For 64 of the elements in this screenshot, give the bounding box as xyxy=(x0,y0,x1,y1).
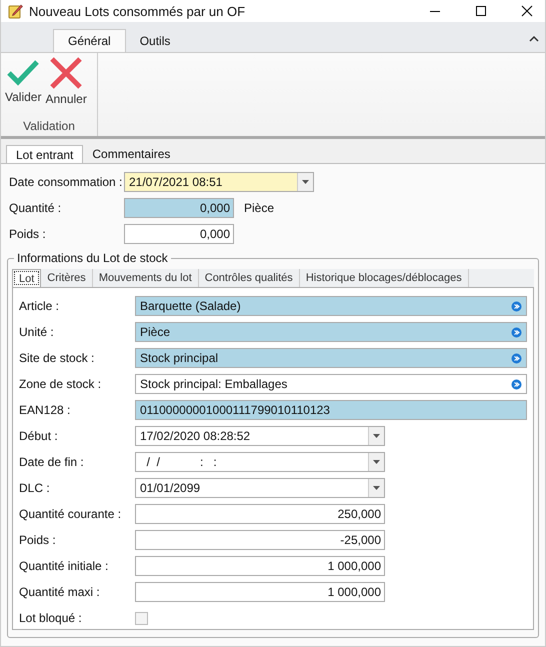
input-field[interactable]: Stock principal xyxy=(135,348,527,368)
ribbon-tab[interactable]: Général xyxy=(53,29,126,52)
input-field[interactable]: -25,000 xyxy=(135,530,385,550)
tab[interactable]: Lot xyxy=(12,269,42,287)
dropdown-button[interactable] xyxy=(368,479,384,497)
checkbox[interactable] xyxy=(135,612,148,624)
field-label: Poids : xyxy=(19,533,57,547)
dropdown-button[interactable] xyxy=(368,453,384,471)
field-label: DLC : xyxy=(19,481,51,495)
tab[interactable]: Mouvements du lot xyxy=(92,269,199,287)
window-title: Nouveau Lots consommés par un OF xyxy=(29,4,246,18)
ribbon-button[interactable]: Annuler xyxy=(45,57,87,106)
field-label: Quantité maxi : xyxy=(19,585,101,599)
field-label: Site de stock : xyxy=(19,351,96,365)
tab[interactable]: Contrôles qualités xyxy=(198,269,300,287)
tab[interactable]: Historique blocages/déblocages xyxy=(300,269,469,287)
ribbon-tab[interactable]: Outils xyxy=(126,29,184,52)
field-label: Quantité courante : xyxy=(19,507,122,521)
arrow-circle-icon[interactable] xyxy=(511,327,522,338)
caret-icon xyxy=(373,486,380,490)
input-field[interactable]: 0,000 xyxy=(124,224,234,244)
input-field[interactable]: 1 000,000 xyxy=(135,556,385,576)
dropdown-button[interactable] xyxy=(368,427,384,445)
field-label: Quantité initiale : xyxy=(19,559,110,573)
notepad-icon xyxy=(7,3,23,19)
arrow-circle-icon[interactable] xyxy=(511,301,522,312)
input-field[interactable]: 21/07/2021 08:51 xyxy=(124,172,314,192)
input-field[interactable]: 0,000 xyxy=(124,198,234,218)
input-field[interactable]: 01/01/2099 xyxy=(135,478,385,498)
caret-icon xyxy=(302,180,309,184)
field-label: Unité : xyxy=(19,325,55,339)
field-label: Article : xyxy=(19,299,60,313)
input-field[interactable]: Pièce xyxy=(135,322,527,342)
caret-icon xyxy=(373,434,380,438)
ribbon-button[interactable]: Valider xyxy=(5,57,42,106)
input-field[interactable]: 01100000001000111799010110123 xyxy=(135,400,527,420)
form-tab[interactable]: Commentaires xyxy=(83,145,180,163)
field-label: EAN128 : xyxy=(19,403,72,417)
form-tab[interactable]: Lot entrant xyxy=(6,145,84,163)
unit-label: Pièce xyxy=(244,201,274,215)
field-label: Zone de stock : xyxy=(19,377,102,391)
input-field[interactable]: 250,000 xyxy=(135,504,385,524)
caret-icon xyxy=(373,460,380,464)
group-label: Validation xyxy=(22,119,76,135)
field-label: Début : xyxy=(19,429,59,443)
close-icon[interactable] xyxy=(521,5,533,17)
group-title: Informations du Lot de stock xyxy=(14,251,171,265)
arrow-circle-icon[interactable] xyxy=(511,379,522,390)
cross-icon xyxy=(49,57,84,89)
input-field[interactable]: Barquette (Salade) xyxy=(135,296,527,316)
input-field[interactable]: 17/02/2020 08:28:52 xyxy=(135,426,385,446)
input-field[interactable]: / / : : xyxy=(135,452,385,472)
maximize-icon[interactable] xyxy=(475,5,487,17)
field-label: Quantité : xyxy=(9,201,62,215)
collapse-icon[interactable] xyxy=(529,35,539,43)
field-label: Date consommation : xyxy=(9,175,124,189)
field-label: Poids : xyxy=(9,227,47,241)
input-field[interactable]: Stock principal: Emballages xyxy=(135,374,527,394)
field-label: Lot bloqué : xyxy=(19,611,83,625)
field-label: Date de fin : xyxy=(19,455,85,469)
dropdown-button[interactable] xyxy=(297,173,313,191)
tab[interactable]: Critères xyxy=(41,269,93,287)
arrow-circle-icon[interactable] xyxy=(511,353,522,364)
input-field[interactable]: 1 000,000 xyxy=(135,582,385,602)
